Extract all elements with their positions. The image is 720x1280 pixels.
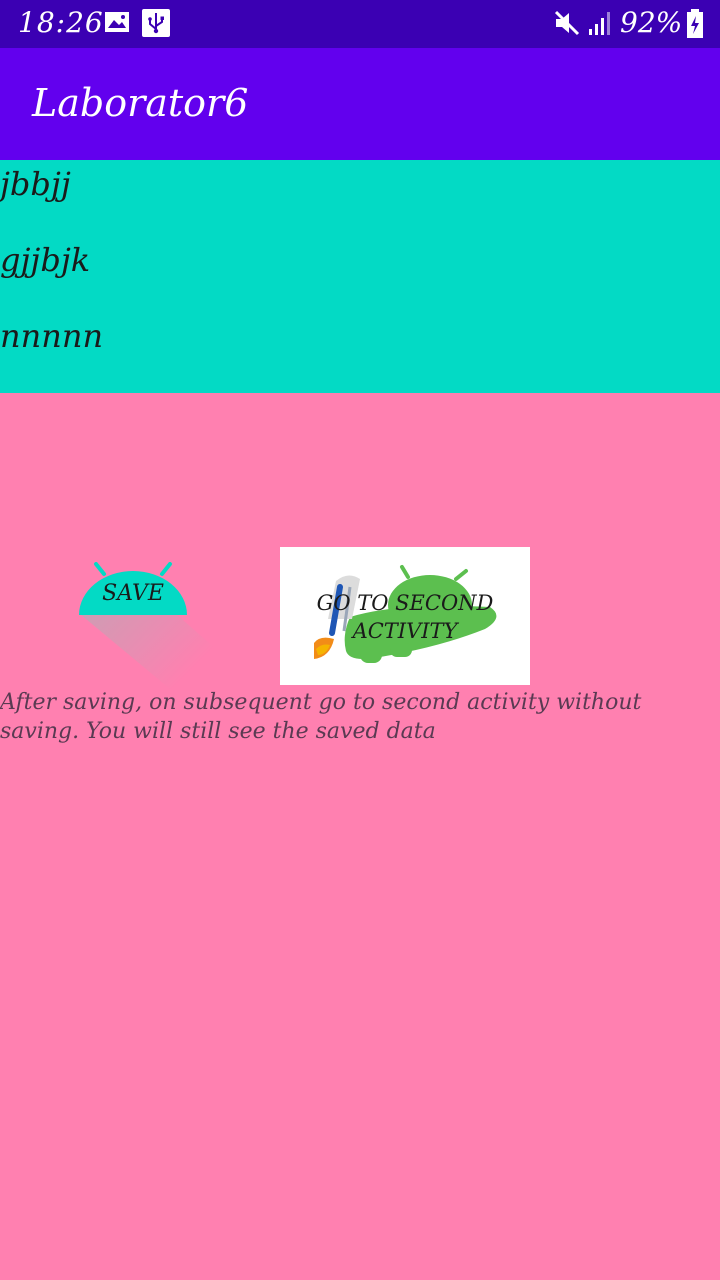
hint-text: After saving, on subsequent go to second…	[0, 690, 642, 744]
app-bar: Laborator6	[0, 48, 720, 160]
signal-icon	[588, 9, 612, 41]
status-time: 18:26	[18, 6, 104, 39]
image-icon	[104, 9, 130, 39]
save-button-label: SAVE	[102, 581, 164, 606]
second-activity-label-line1: GO TO SECOND	[316, 591, 494, 615]
saved-items-list: jbbjj gjjbjk nnnnn	[0, 160, 720, 393]
list-item: nnnnn	[0, 317, 104, 355]
second-activity-label-line2: ACTIVITY	[352, 619, 458, 643]
app-title: Laborator6	[32, 81, 249, 125]
battery-percent: 92%	[620, 6, 683, 39]
save-button[interactable]: SAVE	[78, 562, 188, 616]
status-bar: 18:26 92%	[0, 0, 720, 48]
save-button-shadow	[80, 614, 240, 694]
second-activity-label: GO TO SECOND ACTIVITY	[280, 589, 530, 645]
mute-icon	[554, 9, 580, 41]
list-item: gjjbjk	[0, 241, 91, 279]
battery-charging-icon	[686, 9, 704, 43]
list-item: jbbjj	[0, 165, 71, 203]
usb-icon	[142, 9, 170, 41]
go-to-second-activity-button[interactable]: GO TO SECOND ACTIVITY	[280, 547, 530, 685]
